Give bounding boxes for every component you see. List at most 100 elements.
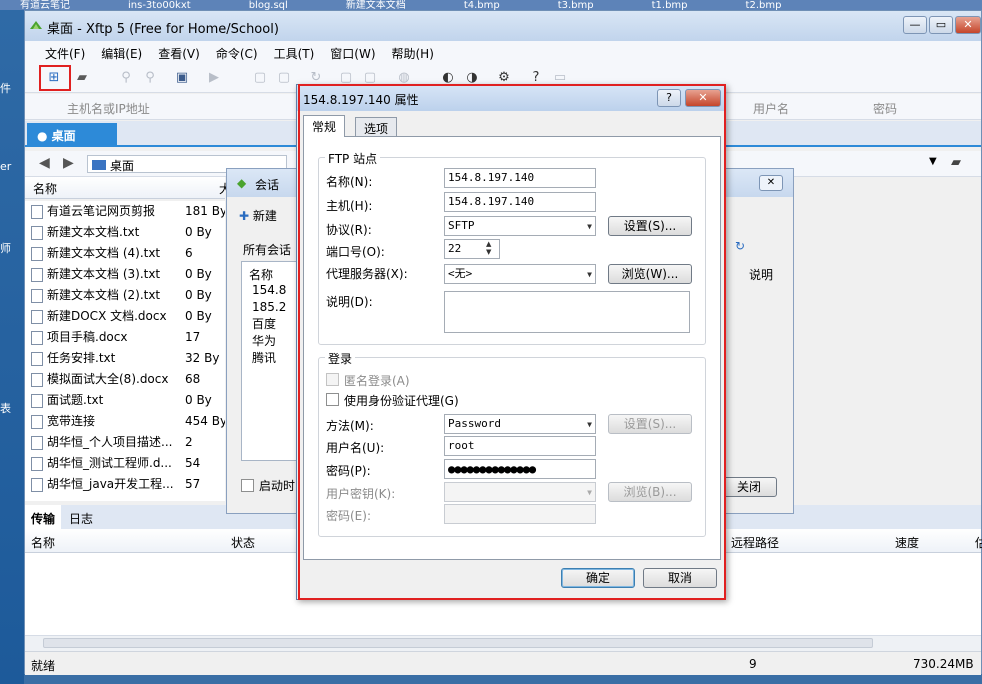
- file-name: 胡华恒_java开发工程...: [47, 477, 174, 491]
- status-count: 9: [749, 657, 757, 671]
- properties-icon[interactable]: ▣: [173, 69, 191, 87]
- file-icon: [31, 351, 43, 366]
- paste-icon[interactable]: ▢: [275, 69, 293, 87]
- maximize-button[interactable]: ▭: [929, 16, 953, 34]
- file-name: 新建文本文档 (4).txt: [47, 246, 161, 260]
- file-row[interactable]: 胡华恒_测试工程师.d... 54: [25, 453, 225, 474]
- folder-icon[interactable]: ▰: [951, 155, 961, 170]
- transfer-icon[interactable]: ▶: [205, 69, 223, 87]
- transfer-col-status[interactable]: 状态: [231, 534, 255, 551]
- file-row[interactable]: 宽带连接 454 By: [25, 411, 225, 432]
- col-name[interactable]: 名称: [33, 180, 57, 197]
- startup-checkbox[interactable]: [241, 479, 254, 492]
- file-size: 17: [185, 330, 201, 344]
- xftp-logo-icon: [30, 21, 42, 29]
- file-icon: [31, 414, 43, 429]
- session-item[interactable]: 185.2: [242, 299, 300, 316]
- file-size: 181 By: [185, 204, 225, 218]
- file-row[interactable]: 有道云笔记网页剪报 181 By: [25, 201, 225, 222]
- back-arrow-icon[interactable]: ◀: [39, 155, 50, 171]
- disconnect-icon[interactable]: ⚲: [141, 69, 159, 87]
- tab-transfer[interactable]: 传输: [25, 505, 61, 529]
- desktop-icon: [92, 160, 106, 170]
- session-item[interactable]: 百度: [242, 316, 300, 333]
- file-row[interactable]: 新建文本文档 (3).txt 0 By: [25, 264, 225, 285]
- desktop-item[interactable]: t2.bmp: [726, 1, 782, 11]
- file-size: 32 By: [185, 351, 220, 365]
- all-sessions-label: 所有会话: [243, 243, 292, 257]
- tab-desktop[interactable]: ● 桌面: [27, 123, 117, 147]
- file-name: 新建DOCX 文档.docx: [47, 309, 167, 323]
- session-new-button[interactable]: ✚ 新建: [239, 207, 277, 224]
- path-dropdown-icon[interactable]: ▼: [929, 156, 937, 167]
- desktop-item[interactable]: blog.sql: [229, 1, 288, 11]
- password-input-placeholder[interactable]: 密码: [873, 100, 897, 117]
- host-input-placeholder[interactable]: 主机名或IP地址: [67, 100, 150, 117]
- file-size: 68: [185, 372, 201, 386]
- file-size: 0 By: [185, 288, 212, 302]
- window-title: 桌面 - Xftp 5 (Free for Home/School): [47, 22, 279, 37]
- file-name: 新建文本文档.txt: [47, 225, 140, 239]
- scroll-thumb[interactable]: [43, 638, 873, 648]
- session-col-name[interactable]: 名称: [249, 266, 273, 283]
- file-icon: [31, 435, 43, 450]
- desktop-item[interactable]: t3.bmp: [538, 1, 594, 11]
- file-size: 0 By: [185, 225, 212, 239]
- session-title: 会话: [255, 178, 280, 192]
- transfer-col-name[interactable]: 名称: [31, 534, 55, 551]
- desktop-label: 表: [0, 402, 11, 415]
- file-row[interactable]: 新建DOCX 文档.docx 0 By: [25, 306, 225, 327]
- horizontal-scrollbar[interactable]: [25, 635, 981, 651]
- file-row[interactable]: 项目手稿.docx 17: [25, 327, 225, 348]
- minimize-button[interactable]: —: [903, 16, 927, 34]
- file-row[interactable]: 胡华恒_个人项目描述... 2: [25, 432, 225, 453]
- desktop-left-edge: 件 er 师 表: [0, 10, 24, 684]
- new-icon: ✚: [239, 209, 250, 223]
- file-row[interactable]: 任务安排.txt 32 By: [25, 348, 225, 369]
- transfer-col-remote[interactable]: 远程路径: [731, 534, 779, 551]
- file-size: 6: [185, 246, 193, 260]
- session-refresh-icon[interactable]: ↻: [735, 239, 745, 253]
- tab-log[interactable]: 日志: [69, 510, 93, 527]
- open-folder-icon[interactable]: ▰: [73, 69, 91, 87]
- desktop-label: 件: [0, 82, 11, 95]
- transfer-col-more[interactable]: 估: [975, 534, 982, 551]
- desktop-item[interactable]: 有道云笔记: [0, 1, 70, 11]
- forward-arrow-icon[interactable]: ▶: [63, 155, 74, 171]
- file-list-header: 名称 大: [25, 177, 231, 199]
- connect-icon[interactable]: ⚲: [117, 69, 135, 87]
- desktop-item[interactable]: t1.bmp: [632, 1, 688, 11]
- desktop-item[interactable]: 新建文本文档: [326, 1, 406, 11]
- desktop-item[interactable]: t4.bmp: [444, 1, 500, 11]
- username-input-placeholder[interactable]: 用户名: [753, 100, 789, 117]
- file-row[interactable]: 胡华恒_java开发工程... 57: [25, 474, 225, 495]
- file-row[interactable]: 面试题.txt 0 By: [25, 390, 225, 411]
- file-icon: [31, 330, 43, 345]
- session-item[interactable]: 腾讯: [242, 350, 300, 367]
- copy-icon[interactable]: ▢: [251, 69, 269, 87]
- session-item[interactable]: 华为: [242, 333, 300, 350]
- file-row[interactable]: 新建文本文档 (2).txt 0 By: [25, 285, 225, 306]
- tab-general[interactable]: 常规: [303, 115, 346, 137]
- file-list: 有道云笔记网页剪报 181 By 新建文本文档.txt 0 By 新建文本文档 (4).…: [25, 201, 225, 501]
- close-button[interactable]: ✕: [955, 16, 981, 34]
- session-close-x[interactable]: ✕: [759, 175, 783, 191]
- file-size: 0 By: [185, 309, 212, 323]
- desktop-item[interactable]: ins-3to00kxt: [108, 1, 191, 11]
- file-icon: [31, 309, 43, 324]
- session-logo-icon: ◆: [237, 176, 247, 190]
- session-close-button[interactable]: 关闭: [721, 477, 777, 497]
- file-name: 新建文本文档 (2).txt: [47, 288, 161, 302]
- file-row[interactable]: 新建文本文档 (4).txt 6: [25, 243, 225, 264]
- file-size: 57: [185, 477, 201, 491]
- transfer-col-speed[interactable]: 速度: [895, 534, 919, 551]
- session-item[interactable]: 154.8: [242, 282, 300, 299]
- file-row[interactable]: 新建文本文档.txt 0 By: [25, 222, 225, 243]
- status-size: 730.24MB: [913, 657, 974, 671]
- status-text: 就绪: [31, 659, 56, 673]
- file-name: 胡华恒_个人项目描述...: [47, 435, 173, 449]
- file-name: 新建文本文档 (3).txt: [47, 267, 161, 281]
- file-row[interactable]: 模拟面试大全(8).docx 68: [25, 369, 225, 390]
- session-col-desc[interactable]: 说明: [749, 266, 773, 283]
- file-icon: [31, 204, 43, 219]
